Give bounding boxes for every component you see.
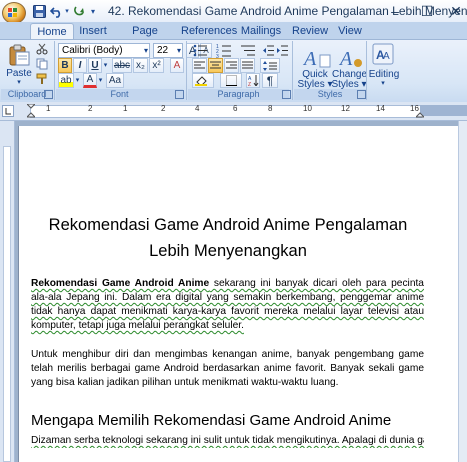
font-name-combo[interactable]: Calibri (Body): [58, 43, 150, 58]
editing-dropdown-icon[interactable]: ▾: [378, 79, 388, 87]
subscript-button[interactable]: x₂: [133, 58, 148, 73]
paragraph-third: Dizaman serba teknologi sekarang ini sul…: [31, 434, 424, 448]
ruler-number: 1: [123, 104, 128, 113]
svg-text:A: A: [302, 48, 317, 70]
ruler-margin-area: [420, 105, 467, 116]
section-heading: Mengapa Memilih Rekomendasi Game Android…: [31, 412, 392, 429]
clear-formatting-button[interactable]: A: [170, 58, 184, 73]
styles-group-label: Styles: [294, 89, 366, 100]
ruler-number: 1: [46, 104, 51, 113]
vertical-ruler-text-area: [3, 146, 11, 462]
underline-button[interactable]: U: [88, 58, 102, 73]
show-marks-button[interactable]: ¶: [262, 73, 278, 88]
ruler-number: 14: [376, 104, 385, 113]
align-left-icon[interactable]: [192, 58, 207, 73]
align-center-icon[interactable]: [208, 58, 223, 73]
strikethrough-button[interactable]: abc: [112, 58, 132, 73]
font-dialog-launcher-icon[interactable]: [175, 90, 184, 99]
ruler-number: 4: [195, 104, 200, 113]
cut-icon[interactable]: [36, 43, 48, 55]
vertical-scrollbar[interactable]: [458, 121, 467, 462]
font-color-dropdown-icon[interactable]: ▾: [97, 73, 104, 88]
decrease-indent-icon[interactable]: [262, 43, 274, 58]
highlight-dropdown-icon[interactable]: ▾: [74, 73, 81, 88]
document-title: Rekomendasi Game Android Anime Pengalama…: [48, 216, 408, 260]
align-right-icon[interactable]: [224, 58, 239, 73]
increase-indent-icon[interactable]: [276, 43, 288, 58]
paste-dropdown-icon[interactable]: ▾: [14, 78, 24, 86]
styles-dialog-launcher-icon[interactable]: [357, 90, 366, 99]
superscript-button[interactable]: x²: [149, 58, 164, 73]
tab-home[interactable]: Home: [30, 23, 74, 40]
close-button[interactable]: ✕: [442, 2, 467, 20]
office-logo-icon: [8, 8, 17, 17]
paragraph-group-label: Paragraph: [188, 89, 289, 100]
tab-selector-icon[interactable]: [2, 105, 14, 117]
justify-icon[interactable]: [240, 58, 255, 73]
font-group-label: Font: [56, 89, 183, 100]
group-divider: [292, 41, 293, 100]
ruler-number: 6: [233, 104, 238, 113]
group-divider: [54, 41, 55, 100]
bold-button[interactable]: B: [58, 58, 72, 73]
redo-icon[interactable]: [72, 3, 88, 19]
paragraph-intro: Rekomendasi Game Android Anime sekarang …: [31, 277, 424, 333]
bullets-icon[interactable]: [192, 43, 208, 58]
tab-mailings[interactable]: Mailings: [240, 23, 282, 39]
right-indent-marker-icon[interactable]: [414, 104, 426, 118]
svg-text:A: A: [383, 51, 390, 62]
undo-dropdown-icon[interactable]: ▾: [63, 3, 71, 19]
italic-button[interactable]: I: [73, 58, 87, 73]
tab-page-layout[interactable]: Page Layout: [117, 23, 173, 53]
tab-insert[interactable]: Insert: [76, 23, 110, 39]
tab-review[interactable]: Review: [292, 23, 328, 39]
font-size-dropdown-icon[interactable]: ▾: [175, 43, 183, 58]
multilevel-list-icon[interactable]: [240, 43, 256, 58]
format-painter-icon[interactable]: [36, 73, 48, 85]
font-color-button[interactable]: A: [83, 73, 97, 88]
numbering-icon[interactable]: 123: [216, 43, 232, 60]
save-icon[interactable]: [31, 3, 47, 19]
borders-icon[interactable]: [220, 73, 242, 88]
intro-bold-phrase: Rekomendasi Game Android Anime: [31, 278, 210, 289]
minimize-button[interactable]: –: [381, 2, 409, 20]
copy-icon[interactable]: [36, 58, 48, 70]
ruler-number: 2: [161, 104, 166, 113]
sort-icon[interactable]: AZ: [246, 73, 260, 88]
shading-icon[interactable]: [192, 73, 214, 88]
restore-button[interactable]: ☐: [413, 2, 441, 20]
paste-icon[interactable]: [7, 44, 31, 66]
tab-references[interactable]: References: [181, 23, 237, 39]
ruler-number: 2: [88, 104, 93, 113]
ruler-number: 10: [303, 104, 312, 113]
underline-dropdown-icon[interactable]: ▾: [102, 58, 109, 73]
line-spacing-icon[interactable]: [260, 58, 280, 73]
change-case-button[interactable]: Aa: [106, 73, 124, 88]
third-text: Dizaman serba teknologi sekarang ini sul…: [31, 435, 424, 446]
font-name-dropdown-icon[interactable]: ▾: [142, 43, 150, 58]
svg-text:Z: Z: [248, 82, 251, 86]
paragraph-dialog-launcher-icon[interactable]: [282, 90, 291, 99]
indent-marker-icon[interactable]: [25, 103, 37, 118]
change-styles-icon[interactable]: A: [338, 43, 364, 71]
paragraph-second: Untuk menghibur diri dan mengimbas kenan…: [31, 349, 424, 388]
editing-icon[interactable]: AA: [372, 43, 394, 65]
highlight-button[interactable]: ab: [58, 73, 74, 88]
group-divider: [186, 41, 187, 100]
svg-text:A: A: [338, 48, 353, 70]
ruler-number: 12: [341, 104, 350, 113]
quick-styles-icon[interactable]: A: [300, 43, 332, 71]
clipboard-dialog-launcher-icon[interactable]: [44, 90, 53, 99]
tab-view[interactable]: View: [336, 23, 364, 39]
customize-quick-access-icon[interactable]: ▾: [88, 3, 98, 19]
ruler-number: 8: [268, 104, 273, 113]
